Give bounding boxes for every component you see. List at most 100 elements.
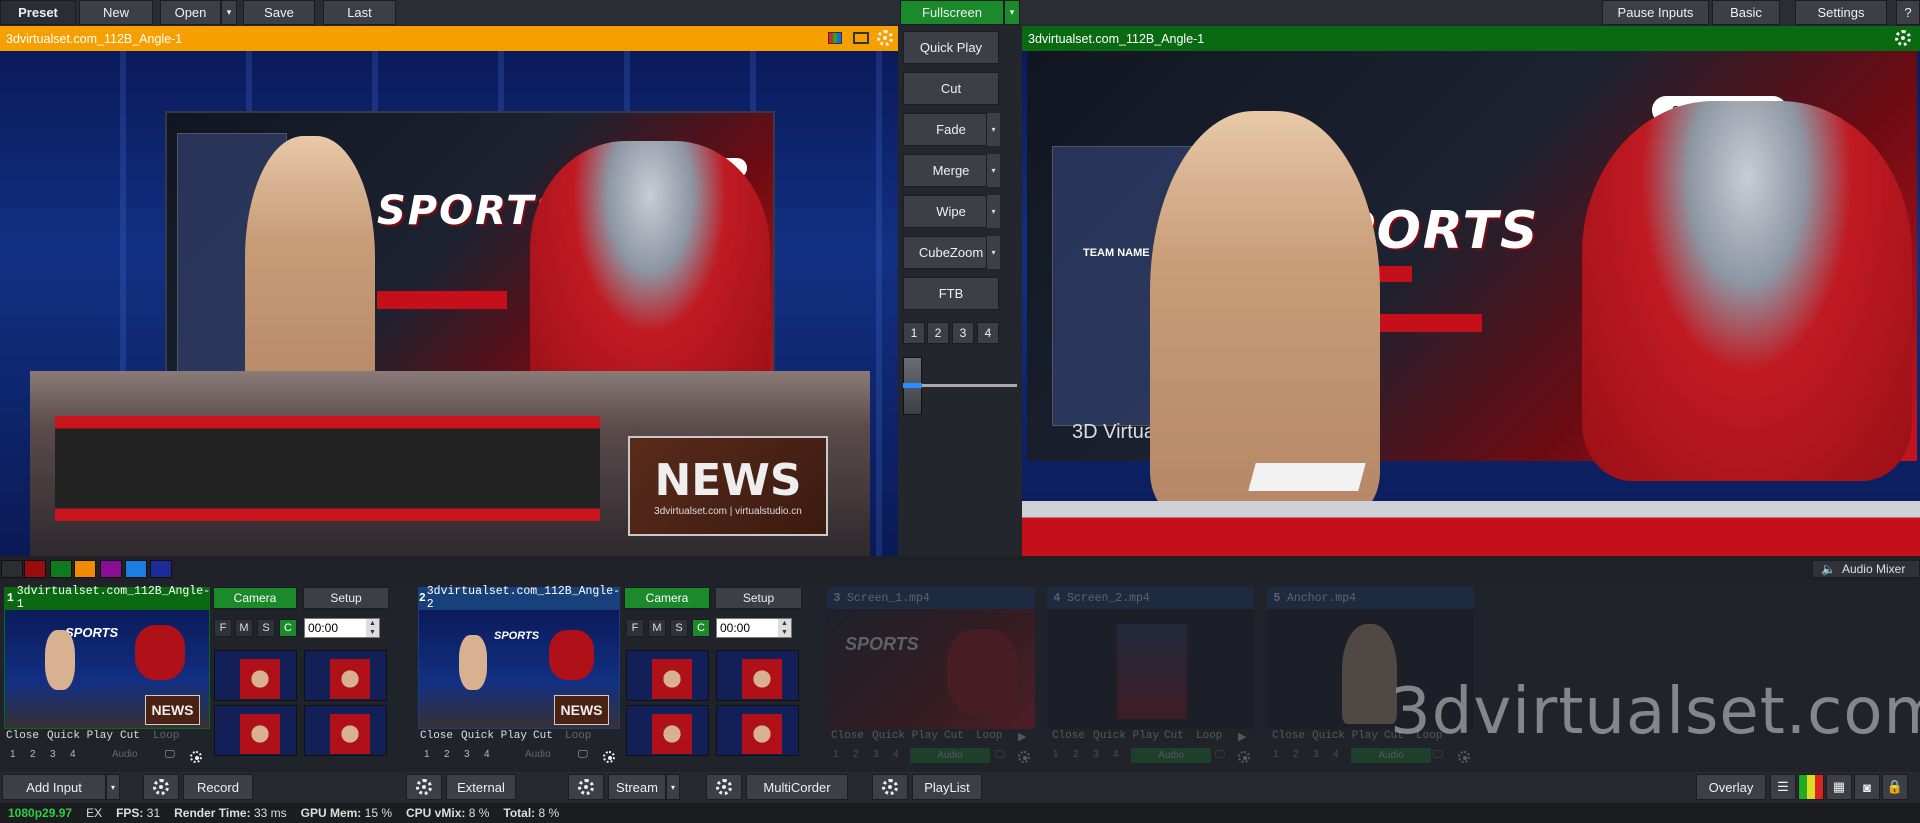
fullscreen-button[interactable]: Fullscreen	[900, 0, 1004, 25]
input-2-layer-4-thumbnail[interactable]	[716, 705, 799, 756]
input-1-monitor-icon[interactable]: 🖵	[165, 749, 175, 760]
wipe-dropdown-icon[interactable]: ▾	[986, 195, 1000, 228]
input-1-m-button[interactable]: M	[235, 619, 253, 637]
input-1-bus-4[interactable]: 4	[70, 749, 76, 760]
transition-2-button[interactable]: 2	[927, 322, 949, 344]
color-swatch-none[interactable]	[1, 560, 23, 578]
multicorder-button[interactable]: MultiCorder	[746, 774, 848, 800]
input-1-time-spinner[interactable]: ▲ ▼	[366, 619, 379, 637]
basic-button[interactable]: Basic	[1712, 0, 1780, 25]
input-2-s-button[interactable]: S	[670, 619, 688, 637]
input-2-layer-3-thumbnail[interactable]	[626, 705, 709, 756]
input-2-layer-2-thumbnail[interactable]	[716, 650, 799, 701]
stream-button[interactable]: Stream	[608, 774, 666, 800]
input-2-bus-3[interactable]: 3	[464, 749, 470, 760]
input-4-bus-2[interactable]: 2	[1073, 749, 1079, 760]
preview-window[interactable]: SPORTS 3dvirtualset.com 3D Virtual Set N…	[0, 51, 898, 556]
color-swatch-navy[interactable]	[150, 560, 172, 578]
fade-dropdown-icon[interactable]: ▾	[986, 113, 1000, 146]
input-2-loop-button[interactable]: Loop	[565, 730, 591, 742]
input-1-layer-4-thumbnail[interactable]	[304, 705, 387, 756]
input-3-loop-button[interactable]: Loop	[976, 730, 1002, 742]
input-1-audio-button[interactable]: Audio	[112, 749, 138, 760]
input-1-layer-2-thumbnail[interactable]	[304, 650, 387, 701]
input-4-loop-button[interactable]: Loop	[1196, 730, 1222, 742]
transition-3-button[interactable]: 3	[952, 322, 974, 344]
input-4-close-button[interactable]: Close	[1052, 730, 1085, 742]
color-picker-icon[interactable]	[828, 32, 842, 44]
external-settings-gear-icon[interactable]	[406, 774, 442, 800]
wipe-button[interactable]: Wipe	[903, 195, 999, 228]
input-2-c-button[interactable]: C	[692, 619, 710, 637]
input-4-bus-4[interactable]: 4	[1113, 749, 1119, 760]
input-4-header[interactable]: 4 Screen_2.mp4	[1047, 587, 1254, 609]
input-2-quick-play-button[interactable]: Quick Play	[461, 730, 527, 742]
input-4-audio-button[interactable]: Audio	[1131, 748, 1211, 763]
transition-1-button[interactable]: 1	[903, 322, 925, 344]
input-2-bus-1[interactable]: 1	[424, 749, 430, 760]
record-button[interactable]: Record	[183, 774, 253, 800]
add-input-dropdown-icon[interactable]: ▾	[106, 774, 120, 800]
merge-dropdown-icon[interactable]: ▾	[986, 154, 1000, 187]
pause-inputs-button[interactable]: Pause Inputs	[1602, 0, 1709, 25]
color-swatch-purple[interactable]	[100, 560, 122, 578]
input-2-header[interactable]: 2 3dvirtualset.com_112B_Angle-2	[418, 585, 620, 611]
input-1-layer-3-thumbnail[interactable]	[214, 705, 297, 756]
input-3-close-button[interactable]: Close	[831, 730, 864, 742]
window-icon[interactable]	[853, 32, 869, 44]
color-swatch-blue[interactable]	[125, 560, 147, 578]
stream-dropdown-icon[interactable]: ▾	[666, 774, 680, 800]
external-button[interactable]: External	[446, 774, 516, 800]
color-swatch-red[interactable]	[24, 560, 46, 578]
preview-settings-gear-icon[interactable]	[877, 30, 893, 49]
audio-meters-icon[interactable]	[1798, 774, 1824, 800]
input-1-cut-button[interactable]: Cut	[120, 730, 140, 742]
input-3-bus-2[interactable]: 2	[853, 749, 859, 760]
grid-view-icon[interactable]: ▦	[1826, 774, 1852, 800]
input-2-f-button[interactable]: F	[626, 619, 644, 637]
input-5-bus-2[interactable]: 2	[1293, 749, 1299, 760]
input-2-camera-button[interactable]: Camera	[624, 587, 710, 609]
input-5-header[interactable]: 5 Anchor.mp4	[1267, 587, 1474, 609]
add-input-button[interactable]: Add Input	[2, 774, 106, 800]
input-5-monitor-icon[interactable]: 🖵	[1433, 749, 1443, 760]
input-5-close-button[interactable]: Close	[1272, 730, 1305, 742]
input-3-monitor-icon[interactable]: 🖵	[995, 749, 1005, 760]
input-5-bus-4[interactable]: 4	[1333, 749, 1339, 760]
input-1-bus-3[interactable]: 3	[50, 749, 56, 760]
record-settings-gear-icon[interactable]	[143, 774, 179, 800]
input-3-header[interactable]: 3 Screen_1.mp4	[827, 587, 1035, 609]
transition-4-button[interactable]: 4	[977, 322, 999, 344]
input-1-setup-button[interactable]: Setup	[303, 587, 389, 609]
input-3-thumbnail[interactable]: SPORTS	[827, 609, 1035, 729]
fade-button[interactable]: Fade	[903, 113, 999, 146]
ftb-button[interactable]: FTB	[903, 277, 999, 310]
input-3-play-icon[interactable]: ▶	[1018, 730, 1026, 744]
input-2-audio-button[interactable]: Audio	[525, 749, 551, 760]
input-1-bus-2[interactable]: 2	[30, 749, 36, 760]
last-button[interactable]: Last	[323, 0, 396, 25]
color-swatch-green[interactable]	[50, 560, 72, 578]
cubezoom-dropdown-icon[interactable]: ▾	[986, 236, 1000, 269]
input-4-bus-1[interactable]: 1	[1053, 749, 1059, 760]
color-swatch-orange[interactable]	[74, 560, 96, 578]
input-1-camera-button[interactable]: Camera	[213, 587, 297, 609]
input-1-quick-play-button[interactable]: Quick Play	[47, 730, 113, 742]
input-3-quick-play-button[interactable]: Quick Play	[872, 730, 938, 742]
input-4-monitor-icon[interactable]: 🖵	[1215, 749, 1225, 760]
input-3-audio-button[interactable]: Audio	[910, 748, 990, 763]
audio-mixer-button[interactable]: 🔈 Audio Mixer	[1812, 560, 1920, 578]
open-dropdown-icon[interactable]: ▾	[221, 0, 237, 25]
input-5-settings-gear-icon[interactable]	[1458, 750, 1470, 768]
save-button[interactable]: Save	[243, 0, 315, 25]
input-1-bus-1[interactable]: 1	[10, 749, 16, 760]
preset-label[interactable]: Preset	[0, 0, 76, 25]
input-3-bus-3[interactable]: 3	[873, 749, 879, 760]
lock-icon[interactable]: 🔒	[1882, 774, 1908, 800]
input-2-close-button[interactable]: Close	[420, 730, 453, 742]
input-5-bus-1[interactable]: 1	[1273, 749, 1279, 760]
input-4-cut-button[interactable]: Cut	[1164, 730, 1184, 742]
open-button[interactable]: Open	[160, 0, 221, 25]
input-1-settings-gear-icon[interactable]	[190, 750, 202, 768]
input-2-bus-4[interactable]: 4	[484, 749, 490, 760]
